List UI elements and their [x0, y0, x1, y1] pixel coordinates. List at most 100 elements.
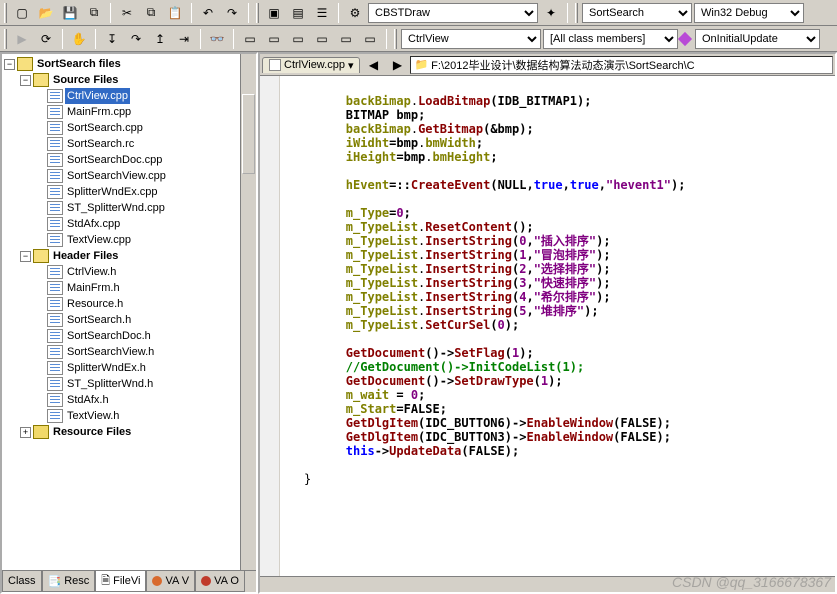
grip[interactable] — [256, 3, 259, 23]
document-bar: CtrlView.cpp ▾ ◀ ▶ 📁 F:\2012毕业设计\数据结构算法动… — [260, 54, 835, 76]
prev-doc-icon[interactable]: ◀ — [362, 54, 384, 76]
tree-file[interactable]: TextView.h — [36, 408, 256, 424]
tree-file[interactable]: CtrlView.h — [36, 264, 256, 280]
tree-root[interactable]: −SortSearch files−Source FilesCtrlView.c… — [4, 56, 256, 440]
window-list-icon[interactable]: ☰ — [311, 2, 333, 24]
project-combo[interactable]: SortSearch — [582, 3, 692, 23]
document-tab[interactable]: CtrlView.cpp ▾ — [262, 57, 360, 73]
workspace-icon[interactable]: ▣ — [263, 2, 285, 24]
redo-icon[interactable]: ↷ — [221, 2, 243, 24]
tree-file[interactable]: StdAfx.h — [36, 392, 256, 408]
step-over-icon[interactable]: ↷ — [125, 28, 147, 50]
wand-icon[interactable]: ✦ — [540, 2, 562, 24]
undo-icon[interactable]: ↶ — [197, 2, 219, 24]
code-area[interactable]: backBimap.LoadBitmap(IDB_BITMAP1); BITMA… — [260, 76, 835, 576]
run-to-cursor-icon[interactable]: ⇥ — [173, 28, 195, 50]
new-file-icon[interactable]: ▢ — [11, 2, 33, 24]
separator — [62, 29, 63, 49]
tab-resourceview[interactable]: 📑Resc — [42, 571, 96, 592]
break-icon[interactable]: ✋ — [68, 28, 90, 50]
editor-gutter — [260, 76, 280, 576]
separator — [191, 3, 192, 23]
tab-va-view[interactable]: VA V — [146, 571, 195, 592]
tree-file[interactable]: SplitterWndEx.cpp — [36, 184, 256, 200]
toolbar-row-1: ▢ 📂 💾 ⧉ ✂ ⧉ 📋 ↶ ↷ ▣ ▤ ☰ ⚙ CBSTDraw ✦ Sor… — [0, 0, 837, 26]
member-fn-icon — [678, 31, 692, 45]
editor-hscrollbar[interactable] — [260, 576, 835, 592]
document-tab-label: CtrlView.cpp — [284, 59, 345, 71]
step-out-icon[interactable]: ↥ — [149, 28, 171, 50]
go-icon[interactable]: ▶ — [11, 28, 33, 50]
tree-file[interactable]: SplitterWndEx.h — [36, 360, 256, 376]
tree-file[interactable]: CtrlView.cpp — [36, 88, 256, 104]
save-icon[interactable]: 💾 — [59, 2, 81, 24]
open-file-icon[interactable]: 📂 — [35, 2, 57, 24]
tree-file[interactable]: TextView.cpp — [36, 232, 256, 248]
separator — [200, 29, 201, 49]
tree-file[interactable]: SortSearchDoc.cpp — [36, 152, 256, 168]
separator — [233, 29, 234, 49]
workspace-tabs: Class 📑Resc 🗎FileVi VA V VA O — [2, 570, 256, 592]
workspace-pane: −SortSearch files−Source FilesCtrlView.c… — [0, 52, 258, 594]
separator — [338, 3, 339, 23]
copy-icon[interactable]: ⧉ — [140, 2, 162, 24]
tree-file[interactable]: SortSearch.h — [36, 312, 256, 328]
editor-pane: CtrlView.cpp ▾ ◀ ▶ 📁 F:\2012毕业设计\数据结构算法动… — [258, 52, 837, 594]
tab-va-outline[interactable]: VA O — [195, 571, 245, 592]
scope-class-combo[interactable]: CtrlView — [401, 29, 541, 49]
main-split: −SortSearch files−Source FilesCtrlView.c… — [0, 52, 837, 594]
tree-file[interactable]: MainFrm.h — [36, 280, 256, 296]
variables-icon[interactable]: ▭ — [263, 28, 285, 50]
separator — [248, 3, 249, 23]
path-text: F:\2012毕业设计\数据结构算法动态演示\SortSearch\C — [431, 57, 694, 73]
grip[interactable] — [394, 29, 397, 49]
grip[interactable] — [575, 3, 578, 23]
tree-file[interactable]: ST_SplitterWnd.h — [36, 376, 256, 392]
tree-file[interactable]: ST_SplitterWnd.cpp — [36, 200, 256, 216]
toolbar-row-2: ▶ ⟳ ✋ ↧ ↷ ↥ ⇥ 👓 ▭ ▭ ▭ ▭ ▭ ▭ CtrlView [Al… — [0, 26, 837, 52]
tab-fileview[interactable]: 🗎FileVi — [95, 571, 146, 592]
tab-classview[interactable]: Class — [2, 571, 42, 592]
separator — [567, 3, 568, 23]
memory-icon[interactable]: ▭ — [311, 28, 333, 50]
tree-folder[interactable]: −Header FilesCtrlView.hMainFrm.hResource… — [20, 248, 256, 424]
tree-file[interactable]: SortSearch.cpp — [36, 120, 256, 136]
quickwatch-icon[interactable]: 👓 — [206, 28, 228, 50]
tree-file[interactable]: SortSearch.rc — [36, 136, 256, 152]
tree-file[interactable]: StdAfx.cpp — [36, 216, 256, 232]
sync-icon[interactable]: ⟳ — [35, 28, 57, 50]
file-tree[interactable]: −SortSearch files−Source FilesCtrlView.c… — [2, 54, 256, 570]
grip[interactable] — [4, 29, 7, 49]
cpp-file-icon — [269, 59, 281, 71]
tree-folder[interactable]: +Resource Files — [20, 424, 256, 440]
tree-file[interactable]: Resource.h — [36, 296, 256, 312]
path-box[interactable]: 📁 F:\2012毕业设计\数据结构算法动态演示\SortSearch\C — [410, 56, 833, 74]
separator — [386, 29, 387, 49]
tree-file[interactable]: SortSearchView.cpp — [36, 168, 256, 184]
callstack-icon[interactable]: ▭ — [335, 28, 357, 50]
config-combo[interactable]: Win32 Debug — [694, 3, 804, 23]
cut-icon[interactable]: ✂ — [116, 2, 138, 24]
step-into-icon[interactable]: ↧ — [101, 28, 123, 50]
separator — [110, 3, 111, 23]
members-combo[interactable]: [All class members] — [543, 29, 678, 49]
output-icon[interactable]: ▤ — [287, 2, 309, 24]
class-combo[interactable]: CBSTDraw — [368, 3, 538, 23]
grip[interactable] — [4, 3, 7, 23]
tree-file[interactable]: SortSearchDoc.h — [36, 328, 256, 344]
separator — [95, 29, 96, 49]
class-wizard-icon[interactable]: ⚙ — [344, 2, 366, 24]
next-doc-icon[interactable]: ▶ — [386, 54, 408, 76]
tree-file[interactable]: MainFrm.cpp — [36, 104, 256, 120]
tree-vscrollbar[interactable] — [240, 54, 256, 570]
tab-dropdown-icon[interactable]: ▾ — [348, 59, 354, 72]
tree-file[interactable]: SortSearchView.h — [36, 344, 256, 360]
registers-icon[interactable]: ▭ — [287, 28, 309, 50]
function-combo[interactable]: OnInitialUpdate — [695, 29, 820, 49]
watch-icon[interactable]: ▭ — [239, 28, 261, 50]
folder-icon: 📁 — [414, 58, 428, 71]
paste-icon[interactable]: 📋 — [164, 2, 186, 24]
save-all-icon[interactable]: ⧉ — [83, 2, 105, 24]
disasm-icon[interactable]: ▭ — [359, 28, 381, 50]
tree-folder[interactable]: −Source FilesCtrlView.cppMainFrm.cppSort… — [20, 72, 256, 248]
